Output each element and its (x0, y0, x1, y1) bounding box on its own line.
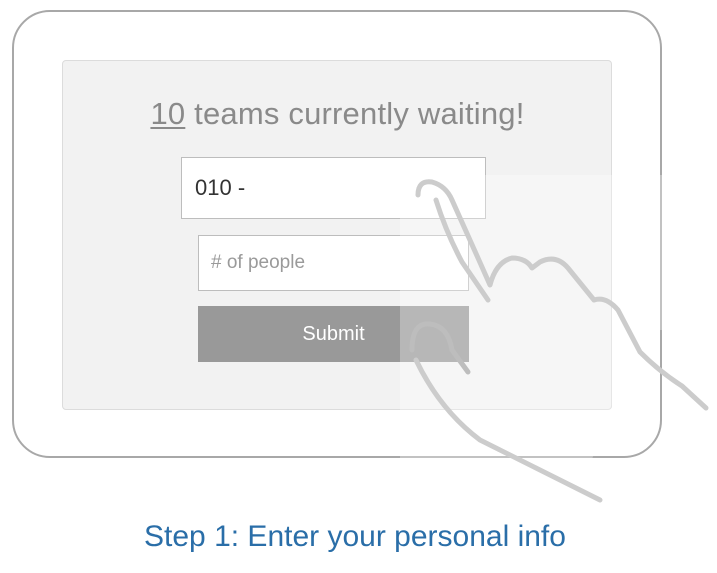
illustration: 10 teams currently waiting! Submit Step … (0, 0, 717, 573)
waiting-text: teams currently waiting! (185, 96, 525, 131)
submit-button[interactable]: Submit (198, 306, 469, 362)
step-caption: Step 1: Enter your personal info (144, 520, 566, 553)
waiting-count: 10 (150, 96, 186, 131)
phone-input[interactable] (181, 157, 486, 219)
waiting-headline: 10 teams currently waiting! (0, 96, 675, 132)
people-count-input[interactable] (198, 235, 469, 291)
